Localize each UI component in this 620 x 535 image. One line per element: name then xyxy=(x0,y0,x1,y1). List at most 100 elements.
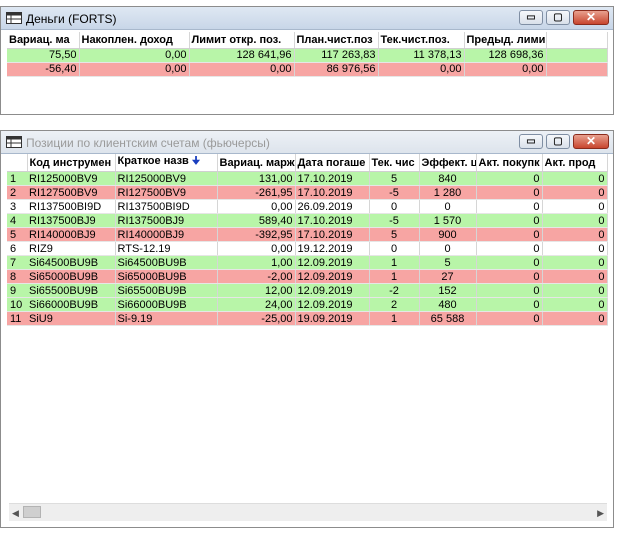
money-window-title: Деньги (FORTS) xyxy=(26,12,117,26)
table-cell: Si65500BU9B xyxy=(115,283,218,298)
column-header[interactable]: Акт. прод xyxy=(542,154,608,172)
table-cell: 0,00 xyxy=(217,199,296,214)
column-header[interactable]: Предыд. лими xyxy=(464,32,547,49)
table-cell: 0 xyxy=(542,213,608,228)
column-header[interactable]: Акт. покупк xyxy=(476,154,543,172)
table-cell: 0 xyxy=(476,269,543,284)
table-cell: 11 378,13 xyxy=(378,48,465,63)
money-header-row: Вариац. ма Накоплен. доход Лимит откр. п… xyxy=(7,32,608,49)
table-cell: 0 xyxy=(369,241,420,256)
table-cell: Si66000BU9B xyxy=(115,297,218,312)
table-cell: 17.10.2019 xyxy=(295,213,370,228)
scroll-left-icon[interactable]: ◀ xyxy=(12,508,19,519)
table-cell: 1,00 xyxy=(217,255,296,270)
table-row[interactable]: 5 RI140000BJ9 RI140000BJ9 -392,95 17.10.2019… xyxy=(7,227,608,242)
maximize-button[interactable]: ▢ xyxy=(546,134,570,149)
minimize-button[interactable]: ▭ xyxy=(519,134,543,149)
scroll-right-icon[interactable]: ▶ xyxy=(597,508,604,519)
column-header[interactable]: Тек.чист.поз. xyxy=(378,32,465,49)
row-number-header[interactable] xyxy=(7,154,28,172)
table-cell: Si65000BU9B xyxy=(27,269,116,284)
table-cell: -2 xyxy=(369,283,420,298)
table-row[interactable]: -56,40 0,00 0,00 86 976,56 0,00 0,00 xyxy=(7,62,608,77)
table-cell: RI137500BJ9 xyxy=(27,213,116,228)
row-number-cell: 9 xyxy=(7,283,27,298)
table-cell: 0 xyxy=(542,199,608,214)
positions-header-row: Код инструмен Краткое назв 🠋 Вариац. мар… xyxy=(7,154,608,172)
maximize-button[interactable]: ▢ xyxy=(546,10,570,25)
table-row[interactable]: 1 RI125000BV9 RI125000BV9 131,00 17.10.2019 5… xyxy=(7,171,608,186)
table-cell: 0 xyxy=(542,255,608,270)
table-cell: RI125000BV9 xyxy=(27,171,116,186)
table-cell: 131,00 xyxy=(217,171,296,186)
table-cell: 26.09.2019 xyxy=(295,199,370,214)
table-row[interactable]: 7 Si64500BU9B Si64500BU9B 1,00 12.09.2019 1 5 0… xyxy=(7,255,608,270)
minimize-button[interactable]: ▭ xyxy=(519,10,543,25)
table-cell: 5 xyxy=(369,227,420,242)
table-row[interactable]: 6 RIZ9 RTS-12.19 0,00 19.12.2019 0 0 0 0 xyxy=(7,241,608,256)
column-header[interactable]: План.чист.поз xyxy=(294,32,379,49)
close-button[interactable]: ✕ xyxy=(573,10,609,25)
table-row[interactable]: 2 RI127500BV9 RI127500BV9 -261,95 17.10.2019… xyxy=(7,185,608,200)
table-cell: 0,00 xyxy=(189,62,295,77)
table-row[interactable]: 3 RI137500BI9D RI137500BI9D 0,00 26.09.2019 0… xyxy=(7,199,608,214)
table-cell: 128 641,96 xyxy=(189,48,295,63)
close-icon: ✕ xyxy=(585,10,597,24)
table-cell: RI140000BJ9 xyxy=(27,227,116,242)
table-cell: Si65500BU9B xyxy=(27,283,116,298)
table-cell: 0 xyxy=(542,227,608,242)
column-header[interactable]: Накоплен. доход xyxy=(79,32,190,49)
table-cell: -56,40 xyxy=(7,62,80,77)
column-header[interactable]: Лимит откр. поз. xyxy=(189,32,295,49)
table-cell: 840 xyxy=(419,171,477,186)
table-cell: Si65000BU9B xyxy=(115,269,218,284)
table-cell: 5 xyxy=(369,171,420,186)
table-cell: RTS-12.19 xyxy=(115,241,218,256)
row-number-cell: 8 xyxy=(7,269,27,284)
table-cell xyxy=(546,62,608,77)
row-number-cell: 1 xyxy=(7,171,27,186)
table-cell: 0,00 xyxy=(464,62,547,77)
table-cell: 12.09.2019 xyxy=(295,269,370,284)
table-row[interactable]: 4 RI137500BJ9 RI137500BJ9 589,40 17.10.2019-… xyxy=(7,213,608,228)
table-cell: 0 xyxy=(542,311,608,326)
table-cell: 24,00 xyxy=(217,297,296,312)
table-cell: -392,95 xyxy=(217,227,296,242)
column-header[interactable] xyxy=(546,32,608,49)
table-row[interactable]: 8 Si65000BU9B Si65000BU9B -2,00 12.09.2019 1 2… xyxy=(7,269,608,284)
close-button[interactable]: ✕ xyxy=(573,134,609,149)
column-header[interactable]: Вариац. марж xyxy=(217,154,296,172)
horizontal-scrollbar[interactable]: ◀ ▶ xyxy=(9,503,607,521)
column-header[interactable]: Дата погаше xyxy=(295,154,370,172)
table-cell: 0 xyxy=(476,171,543,186)
scrollbar-thumb[interactable] xyxy=(23,506,41,518)
table-cell: 19.09.2019 xyxy=(295,311,370,326)
table-row[interactable]: 9 Si65500BU9B Si65500BU9B 12,00 12.09.2019 -2… xyxy=(7,283,608,298)
table-row[interactable]: 10 Si66000BU9B Si66000BU9B 24,00 12.09.2019 2… xyxy=(7,297,608,312)
table-cell: 0,00 xyxy=(217,241,296,256)
column-header[interactable]: Вариац. ма xyxy=(7,32,80,49)
table-cell: 0 xyxy=(476,199,543,214)
table-cell: 0 xyxy=(542,185,608,200)
column-header-sorted[interactable]: Краткое назв 🠋 xyxy=(115,154,218,172)
table-cell: 0,00 xyxy=(378,62,465,77)
column-header-label: Краткое назв xyxy=(117,155,189,167)
column-header[interactable]: Код инструмен xyxy=(27,154,116,172)
table-cell: 0 xyxy=(419,199,477,214)
positions-window-titlebar[interactable]: Позиции по клиентским счетам (фьючерсы) … xyxy=(1,131,613,154)
table-row[interactable]: 75,50 0,00 128 641,96 117 263,83 11 378,13 12… xyxy=(7,48,608,63)
table-cell: 1 xyxy=(369,255,420,270)
maximize-icon: ▢ xyxy=(553,136,563,147)
close-icon: ✕ xyxy=(585,134,597,148)
table-cell: Si64500BU9B xyxy=(27,255,116,270)
money-table: Вариац. ма Накоплен. доход Лимит откр. п… xyxy=(7,32,608,77)
column-header[interactable]: Эффект. ц xyxy=(419,154,477,172)
money-window: Деньги (FORTS) ▭ ▢ ✕ Вариац. ма Накоплен… xyxy=(0,6,614,115)
money-window-titlebar[interactable]: Деньги (FORTS) ▭ ▢ ✕ xyxy=(1,7,613,30)
table-cell: 1 xyxy=(369,269,420,284)
column-header[interactable]: Тек. чис xyxy=(369,154,420,172)
table-cell: 1 570 xyxy=(419,213,477,228)
table-row[interactable]: 11 SiU9 Si-9.19 -25,00 19.09.2019 1 65 588 0 0 xyxy=(7,311,608,326)
maximize-icon: ▢ xyxy=(553,12,563,23)
minimize-icon: ▭ xyxy=(526,136,536,147)
